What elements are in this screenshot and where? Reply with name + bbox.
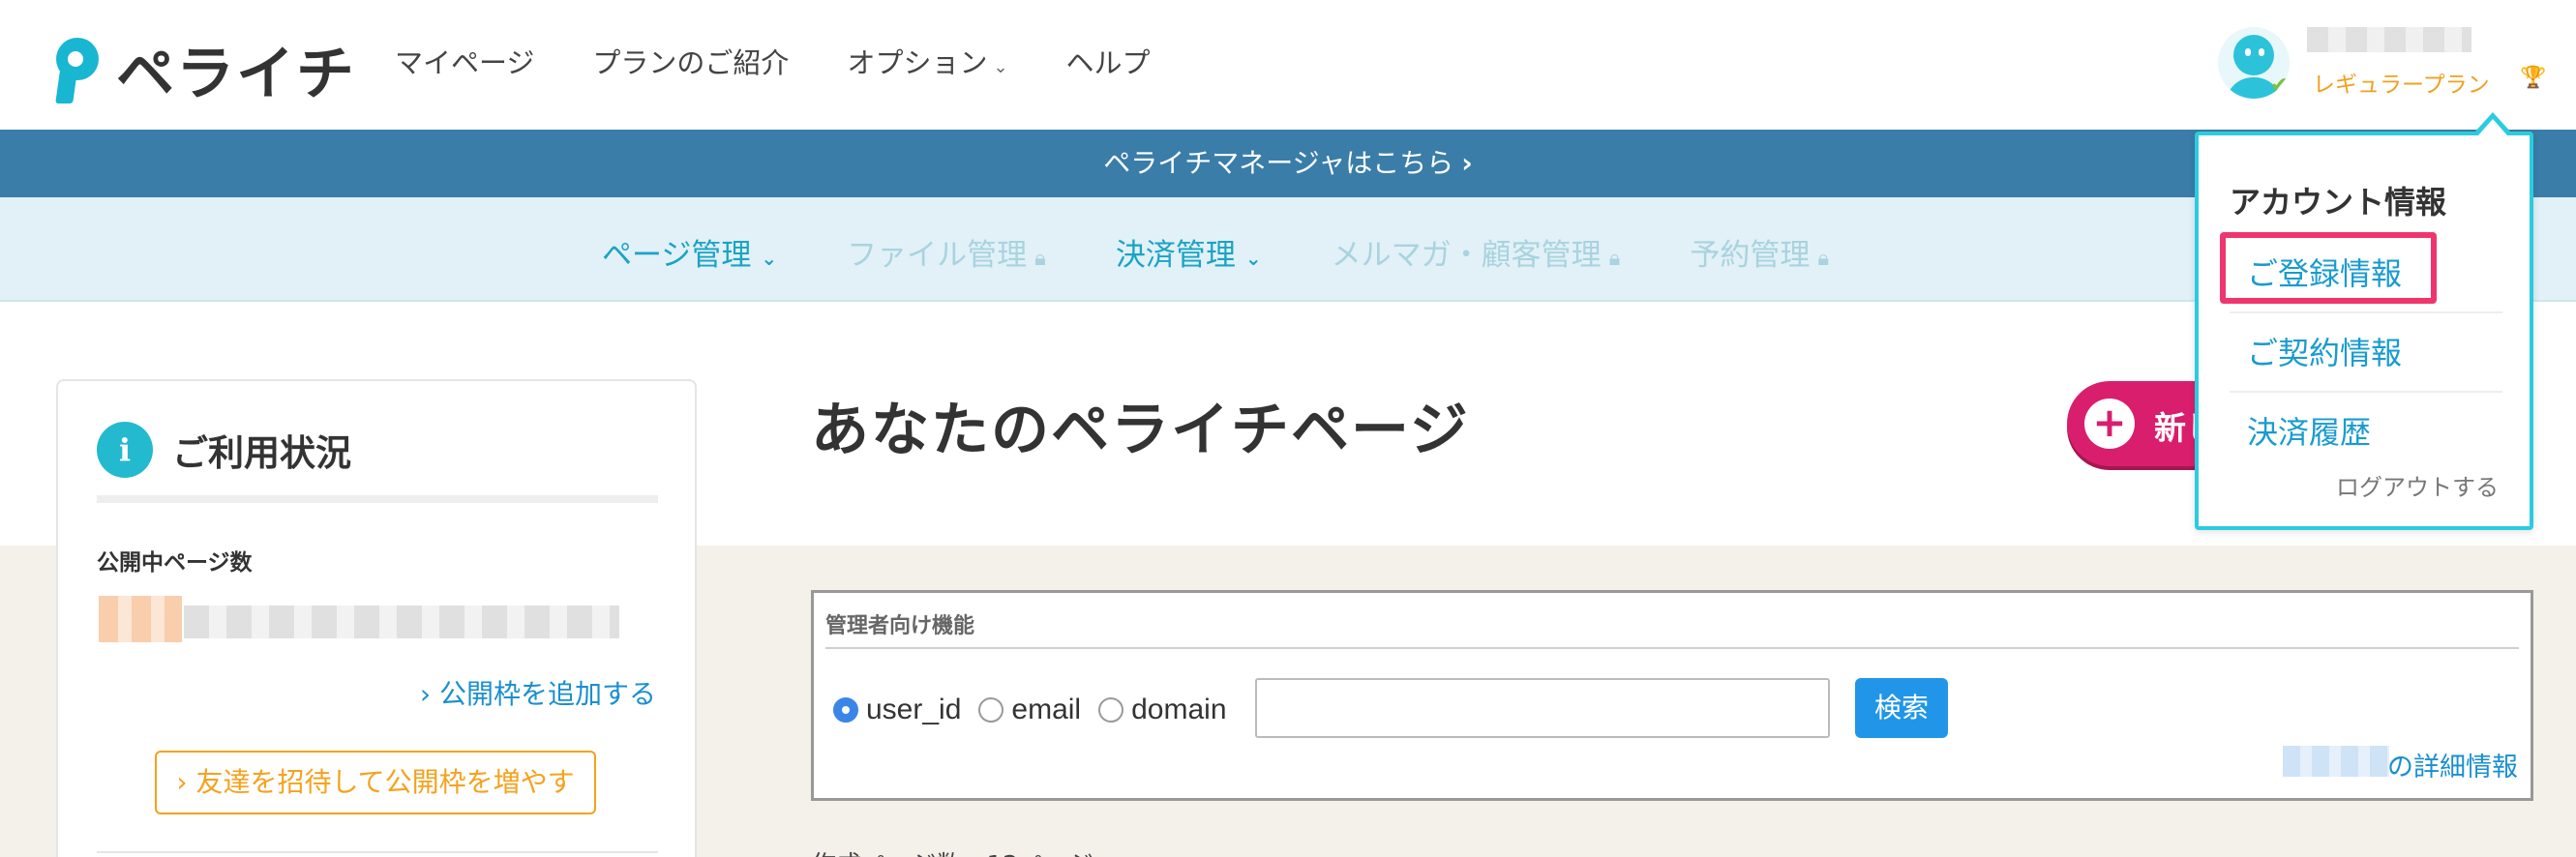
new-page-button[interactable]: + 新し: [2067, 381, 2212, 466]
divider: [825, 647, 2519, 649]
nav-item-label: プランのご紹介: [592, 46, 790, 79]
search-type-radios: user_id email domain: [833, 694, 1244, 726]
page-title: あなたのペライチページ: [811, 397, 1470, 464]
account-dropdown: アカウント情報 ご登録情報 ご契約情報 決済履歴 ログアウトする: [2195, 112, 2533, 530]
subnav-label: 予約管理: [1690, 238, 1811, 273]
admin-panel: 管理者向け機能 user_id email domain 検索 の詳細情報: [811, 590, 2533, 801]
main-nav: マイページ プランのご紹介 オプション ⌄ ヘルプ: [395, 41, 1209, 81]
radio-label: email: [1011, 694, 1082, 725]
plus-icon: +: [2084, 399, 2135, 449]
usage-status-card: i ご利用状況 公開中ページ数 › 公開枠を追加する › 友達を招待して公開枠を…: [56, 379, 697, 857]
nav-item-mypage[interactable]: マイページ: [395, 41, 534, 81]
subnav-reservation-management[interactable]: 予約管理 🔒︎: [1690, 230, 1829, 274]
plan-label: レギュラープラン: [2313, 73, 2490, 98]
sub-nav: ページ管理 ⌄ ファイル管理 🔒︎ 決済管理 ⌄ メルマガ・顧客管理 🔒︎ 予約管理 🔒︎: [0, 197, 2576, 302]
invite-friends-button[interactable]: › 友達を招待して公開枠を増やす: [155, 751, 596, 814]
chevron-right-icon: ›: [1461, 147, 1473, 179]
logo-text: ペライチ: [116, 41, 356, 108]
username-redacted: [2307, 27, 2471, 52]
published-detail-redacted: [184, 606, 619, 638]
subnav-payment-management[interactable]: 決済管理 ⌄: [1116, 230, 1262, 274]
lock-icon: 🔒︎: [1817, 247, 1830, 271]
radio-label: domain: [1131, 694, 1227, 725]
divider: [2230, 391, 2502, 393]
search-button[interactable]: 検索: [1855, 678, 1948, 738]
nav-item-label: オプション: [847, 46, 988, 79]
nav-item-help[interactable]: ヘルプ: [1066, 41, 1151, 81]
manager-banner[interactable]: ペライチマネージャはこちら ›: [0, 130, 2576, 197]
subnav-label: ファイル管理: [847, 238, 1028, 273]
user-menu-trigger[interactable]: ✔ レギュラープラン 🏆: [2210, 21, 2559, 108]
info-icon: i: [97, 422, 153, 478]
subnav-label: ページ管理: [602, 238, 752, 273]
radio-user-id[interactable]: [833, 697, 858, 723]
lock-icon: 🔒︎: [1608, 247, 1621, 271]
usage-title: ご利用状況: [172, 432, 351, 474]
add-slot-link[interactable]: › 公開枠を追加する: [420, 673, 656, 712]
logo[interactable]: ペライチ: [54, 27, 356, 111]
lock-icon: 🔒︎: [1034, 247, 1046, 271]
chevron-down-icon: ⌄: [1244, 247, 1262, 270]
divider: [97, 495, 658, 503]
nav-item-plans[interactable]: プランのご紹介: [592, 41, 789, 81]
divider: [97, 851, 658, 853]
radio-label: user_id: [866, 694, 962, 725]
dropdown-title: アカウント情報: [2230, 184, 2447, 221]
detail-target-redacted: [2283, 746, 2389, 777]
radio-domain[interactable]: [1098, 697, 1124, 723]
subnav-mail-customer-management[interactable]: メルマガ・顧客管理 🔒︎: [1332, 230, 1621, 274]
admin-search-input[interactable]: [1255, 678, 1830, 738]
menu-item-contract-info[interactable]: ご契約情報: [2247, 329, 2402, 373]
divider: [2230, 311, 2502, 313]
detail-info-link[interactable]: の詳細情報: [2387, 746, 2518, 783]
verified-check-icon: ✔: [2270, 74, 2289, 98]
nav-item-label: マイページ: [395, 46, 535, 79]
chevron-down-icon: ⌄: [993, 57, 1008, 77]
subnav-page-management[interactable]: ページ管理 ⌄: [602, 230, 777, 274]
published-pages-label: 公開中ページ数: [97, 550, 253, 576]
trophy-icon: 🏆: [2520, 66, 2547, 90]
logo-mark-icon: [54, 36, 106, 103]
published-count-redacted: [99, 596, 182, 642]
subnav-file-management[interactable]: ファイル管理 🔒︎: [847, 230, 1046, 274]
admin-legend: 管理者向け機能: [825, 614, 975, 638]
top-header: ペライチ マイページ プランのご紹介 オプション ⌄ ヘルプ ✔ レギュラープラン…: [0, 0, 2576, 130]
radio-email[interactable]: [978, 697, 1004, 723]
chevron-down-icon: ⌄: [761, 247, 778, 270]
nav-item-options[interactable]: オプション ⌄: [847, 41, 1007, 81]
page-count-text: 作成ページ数：12ページ: [811, 845, 1093, 857]
logout-link[interactable]: ログアウトする: [2336, 468, 2499, 502]
menu-item-payment-history[interactable]: 決済履歴: [2247, 408, 2371, 453]
menu-item-registration-info[interactable]: ご登録情報: [2247, 250, 2402, 294]
banner-text: ペライチマネージャはこちら: [1103, 147, 1454, 179]
subnav-label: メルマガ・顧客管理: [1331, 238, 1602, 273]
nav-item-label: ヘルプ: [1065, 46, 1151, 79]
subnav-label: 決済管理: [1115, 238, 1236, 273]
